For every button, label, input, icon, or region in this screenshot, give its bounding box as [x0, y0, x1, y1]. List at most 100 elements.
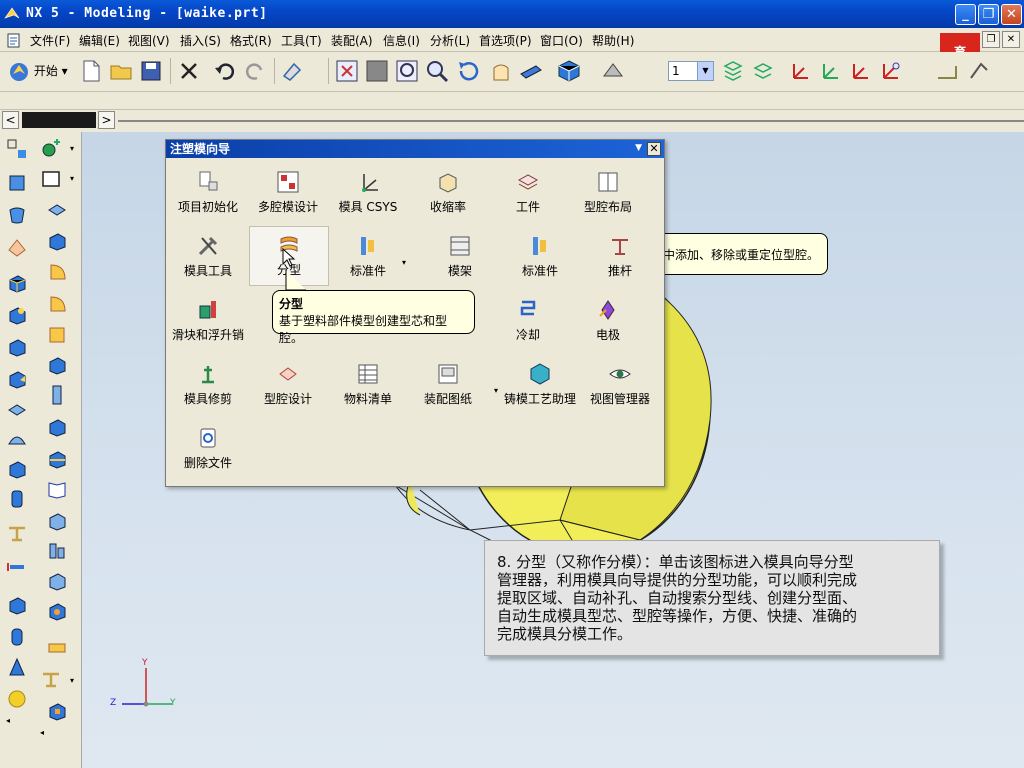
tool-delete-file[interactable]: 删除文件 — [168, 420, 248, 480]
tool-slider-lifter[interactable]: 滑块和浮升销 — [168, 292, 248, 352]
rectangle-icon[interactable] — [40, 168, 62, 190]
menu-window[interactable]: 窗口(O) — [540, 32, 583, 49]
boolean-intersect-icon[interactable] — [6, 368, 28, 390]
save-icon[interactable] — [138, 58, 164, 84]
cube-icon[interactable] — [6, 594, 28, 616]
menu-view[interactable]: 视图(V) — [128, 32, 170, 49]
mdi-close-button[interactable]: ✕ — [1002, 31, 1020, 48]
book-icon[interactable] — [46, 478, 68, 500]
scroll-right-icon[interactable]: > — [98, 111, 115, 129]
menu-insert[interactable]: 插入(S) — [180, 32, 221, 49]
minimize-button[interactable]: _ — [955, 4, 976, 25]
tool-workpiece[interactable]: 工件 — [488, 164, 568, 224]
cone-icon[interactable] — [6, 656, 28, 678]
sphere-icon[interactable] — [6, 688, 28, 710]
standard-part-dropdown-icon[interactable]: ▾ — [402, 258, 406, 267]
document-icon[interactable] — [6, 32, 22, 48]
rotate-icon[interactable] — [456, 58, 482, 84]
extrude-icon[interactable] — [6, 172, 28, 194]
fillet-icon[interactable] — [46, 260, 68, 282]
tool-multi-cavity[interactable]: 多腔模设计 — [248, 164, 328, 224]
pad-icon[interactable] — [46, 636, 68, 658]
palette1-scroll-icon[interactable]: ◂ — [6, 716, 10, 725]
tool-standard-part-2[interactable]: 标准件 — [500, 228, 580, 288]
revolve-icon[interactable] — [6, 204, 28, 226]
zoom-in-out-icon[interactable] — [424, 58, 450, 84]
tool-shrinkage[interactable]: 收缩率 — [408, 164, 488, 224]
block-icon[interactable] — [6, 272, 28, 294]
tool-cooling[interactable]: 冷却 — [488, 292, 568, 352]
cylinder-icon[interactable] — [6, 626, 28, 648]
delete-icon[interactable] — [176, 58, 202, 84]
move-to-layer-icon[interactable] — [750, 58, 776, 84]
pattern-icon[interactable] — [46, 354, 68, 376]
tool-mold-trim[interactable]: 模具修剪 — [168, 356, 248, 416]
work-layer-select[interactable]: 1 ▼ — [668, 61, 714, 81]
tool-casting-assistant[interactable]: 铸模工艺助理 — [500, 356, 580, 416]
menu-format[interactable]: 格式(R) — [230, 32, 272, 49]
pin-feature-icon[interactable] — [40, 668, 62, 690]
tool-cavity-layout[interactable]: 型腔布局 — [568, 164, 648, 224]
boolean-subtract-icon[interactable] — [6, 336, 28, 358]
trim-body-icon[interactable] — [46, 448, 68, 470]
menu-tools[interactable]: 工具(T) — [281, 32, 322, 49]
tool-cavity-design[interactable]: 型腔设计 — [248, 356, 328, 416]
menu-analysis[interactable]: 分析(L) — [430, 32, 470, 49]
shell-icon[interactable] — [6, 398, 28, 420]
tool-view-manager[interactable]: 视图管理器 — [580, 356, 660, 416]
mirror-icon[interactable] — [46, 416, 68, 438]
open-folder-icon[interactable] — [108, 58, 134, 84]
box-feature-icon[interactable] — [46, 230, 68, 252]
dialog-menu-icon[interactable]: ▼ — [635, 143, 642, 153]
wcs-origin-icon[interactable] — [818, 58, 844, 84]
assembly-drawing-dropdown-icon[interactable]: ▾ — [494, 386, 498, 395]
tool-mold-tools[interactable]: 模具工具 — [168, 228, 248, 288]
tool-bom[interactable]: 物料清单 — [328, 356, 408, 416]
tool-mold-base[interactable]: 模架 — [420, 228, 500, 288]
cylinder-stack-icon[interactable] — [6, 488, 28, 510]
dialog-close-button[interactable]: ✕ — [647, 142, 661, 156]
redo-icon[interactable] — [242, 58, 268, 84]
wcs-orient-icon[interactable] — [878, 58, 904, 84]
menu-preferences[interactable]: 首选项(P) — [479, 32, 532, 49]
close-button[interactable]: ✕ — [1001, 4, 1022, 25]
tool-standard-part-1[interactable]: 标准件 ▾ — [328, 228, 408, 288]
sketch-icon[interactable] — [6, 138, 28, 160]
pin-dropdown-icon[interactable]: ▾ — [70, 676, 74, 685]
menu-file[interactable]: 文件(F) — [30, 32, 70, 49]
body-icon[interactable] — [46, 600, 68, 622]
tool-project-init[interactable]: 项目初始化 — [168, 164, 248, 224]
layer-settings-icon[interactable] — [720, 58, 746, 84]
new-file-icon[interactable] — [78, 58, 104, 84]
orient-view-icon[interactable] — [600, 58, 626, 84]
palette2-dropdown-icon[interactable]: ▾ — [70, 144, 74, 153]
fit-icon[interactable] — [334, 58, 360, 84]
draft-icon[interactable] — [6, 428, 28, 450]
pipe-icon[interactable] — [6, 556, 28, 578]
measure-icon[interactable] — [934, 58, 960, 84]
mdi-restore-button[interactable]: ❐ — [982, 31, 1000, 48]
analysis-icon[interactable] — [966, 58, 992, 84]
zoom-window-icon[interactable] — [364, 58, 390, 84]
wcs-icon[interactable] — [788, 58, 814, 84]
curve-icon[interactable] — [40, 138, 62, 160]
render-style-icon[interactable] — [556, 58, 582, 84]
active-tab-indicator[interactable] — [22, 112, 96, 128]
restore-button[interactable]: ❐ — [978, 4, 999, 25]
tool-assembly-drawing[interactable]: 装配图纸 ▾ — [408, 356, 498, 416]
tool-ejector-pin[interactable]: 推杆 — [580, 228, 660, 288]
split-body-icon[interactable] — [46, 510, 68, 532]
wcs-rotate-icon[interactable] — [848, 58, 874, 84]
scroll-left-icon[interactable]: < — [2, 111, 19, 129]
menu-assembly[interactable]: 装配(A) — [331, 32, 373, 49]
zoom-icon[interactable] — [394, 58, 420, 84]
scale-icon[interactable] — [46, 570, 68, 592]
ejector-icon[interactable] — [6, 522, 28, 544]
sweep-icon[interactable] — [6, 236, 28, 258]
hole-icon[interactable] — [46, 384, 68, 406]
menu-info[interactable]: 信息(I) — [383, 32, 420, 49]
tube-icon[interactable] — [46, 540, 68, 562]
menu-help[interactable]: 帮助(H) — [592, 32, 634, 49]
menu-edit[interactable]: 编辑(E) — [79, 32, 120, 49]
insert-icon[interactable] — [46, 700, 68, 722]
